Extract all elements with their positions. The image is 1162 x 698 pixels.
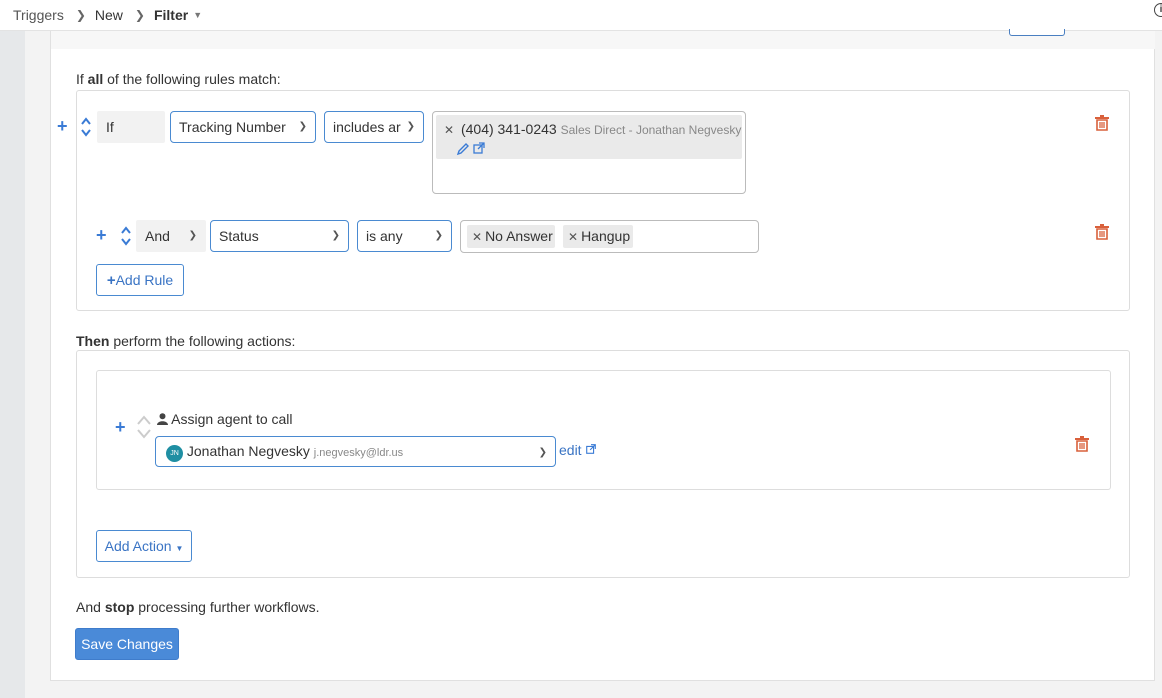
- chevron-down-icon: ❯: [298, 121, 307, 132]
- rule-field-value: Tracking Number: [179, 119, 286, 135]
- status-values-box[interactable]: ✕ No Answer ✕ Hangup: [460, 220, 759, 253]
- remove-tag-icon[interactable]: ✕: [472, 230, 482, 244]
- breadcrumb-triggers[interactable]: Triggers: [13, 7, 64, 23]
- rule-connector-label: And: [145, 228, 170, 244]
- conditions-heading-suffix: of the following rules match:: [107, 71, 281, 87]
- status-tag-label: Hangup: [581, 228, 631, 244]
- actions-heading-suffix: perform the following actions:: [113, 333, 296, 349]
- chevron-right-icon: ❯: [134, 8, 145, 22]
- agent-name: Jonathan Negvesky: [186, 443, 310, 459]
- rule-connector-select[interactable]: And ❯: [136, 220, 206, 252]
- workflow-panel: If all of the following rules match: + I…: [50, 29, 1155, 681]
- add-action-inline-plus-icon[interactable]: +: [115, 418, 126, 436]
- plus-icon: +: [106, 272, 116, 289]
- status-tag: ✕ Hangup: [563, 225, 633, 248]
- status-tag-label: No Answer: [485, 228, 553, 244]
- rule-connector-if: If: [97, 111, 165, 143]
- save-changes-button[interactable]: Save Changes: [75, 628, 179, 660]
- actions-heading-bold: Then: [76, 333, 110, 349]
- external-link-icon: [586, 444, 597, 454]
- delete-rule-trash-icon[interactable]: [1095, 115, 1109, 131]
- add-action-button[interactable]: Add Action ▼: [96, 530, 192, 562]
- chevron-right-icon: ❯: [75, 8, 86, 22]
- external-link-icon[interactable]: [472, 141, 486, 155]
- action-item-card: [96, 370, 1111, 490]
- rule-operator-value: is any: [366, 228, 403, 244]
- add-rule-inline-plus-icon[interactable]: +: [96, 226, 107, 244]
- chevron-down-icon: ❯: [188, 230, 197, 241]
- stop-suffix: processing further workflows.: [138, 599, 320, 615]
- panel-header-button[interactable]: [1009, 29, 1065, 36]
- tracking-number-value: (404) 341-0243: [460, 121, 557, 137]
- add-rule-inline-plus-icon[interactable]: +: [57, 117, 68, 135]
- chevron-down-icon: ❯: [538, 447, 547, 458]
- left-sidebar-strip: [0, 31, 25, 698]
- conditions-heading: If all of the following rules match:: [76, 71, 281, 87]
- pencil-icon[interactable]: [456, 142, 470, 156]
- edit-agent-link[interactable]: edit: [559, 442, 597, 458]
- reorder-updown-icon[interactable]: [80, 116, 92, 138]
- agent-select[interactable]: JN Jonathan Negvesky j.negvesky@ldr.us ❯: [155, 436, 556, 467]
- chevron-down-icon[interactable]: ▼: [193, 10, 202, 20]
- chevron-down-icon: ❯: [434, 230, 443, 241]
- agent-avatar: JN: [166, 445, 183, 462]
- delete-action-trash-icon[interactable]: [1075, 436, 1089, 452]
- stop-bold: stop: [104, 599, 135, 615]
- add-action-label: Add Action: [104, 538, 172, 554]
- rule-operator-value: includes ar: [333, 119, 401, 135]
- rule-field-select[interactable]: Status ❯: [210, 220, 349, 252]
- reorder-updown-icon: [137, 415, 151, 439]
- delete-rule-trash-icon[interactable]: [1095, 224, 1109, 240]
- info-icon[interactable]: i: [1154, 3, 1162, 17]
- rule-field-select[interactable]: Tracking Number ❯: [170, 111, 316, 143]
- actions-heading: Then perform the following actions:: [76, 333, 295, 349]
- stop-prefix: And: [76, 599, 101, 615]
- action-label-text: Assign agent to call: [171, 411, 293, 427]
- add-rule-label: Add Rule: [115, 272, 174, 288]
- rule-operator-select[interactable]: is any ❯: [357, 220, 452, 252]
- reorder-updown-icon[interactable]: [120, 225, 132, 247]
- stop-processing-text: And stop processing further workflows.: [76, 599, 320, 615]
- chevron-down-icon: ❯: [406, 121, 415, 132]
- conditions-heading-prefix: If: [76, 71, 84, 87]
- remove-tag-icon[interactable]: ✕: [568, 230, 578, 244]
- user-icon: [157, 413, 168, 425]
- tracking-number-desc: Sales Direct - Jonathan Negvesky: [560, 123, 742, 137]
- chevron-down-icon: ❯: [331, 230, 340, 241]
- caret-down-icon: ▼: [175, 544, 184, 553]
- agent-email: j.negvesky@ldr.us: [313, 447, 404, 459]
- assign-agent-label: Assign agent to call: [157, 411, 293, 427]
- remove-tag-icon[interactable]: ✕: [444, 123, 454, 137]
- breadcrumb-filter[interactable]: Filter: [154, 7, 188, 23]
- rule-operator-select[interactable]: includes ar ❯: [324, 111, 424, 143]
- breadcrumb-new[interactable]: New: [95, 7, 123, 23]
- add-rule-button[interactable]: +Add Rule: [96, 264, 184, 296]
- conditions-heading-bold: all: [87, 71, 104, 87]
- edit-link-label: edit: [559, 442, 582, 458]
- tracking-number-tag: ✕ (404) 341-0243 Sales Direct - Jonathan…: [436, 115, 742, 159]
- status-tag: ✕ No Answer: [467, 225, 555, 248]
- tracking-number-values-box[interactable]: ✕ (404) 341-0243 Sales Direct - Jonathan…: [432, 111, 746, 194]
- rule-field-value: Status: [219, 228, 259, 244]
- panel-header-band: [51, 31, 1155, 49]
- top-bar: Triggers ❯ New ❯ Filter ▼ i: [0, 0, 1162, 31]
- rule-connector-label: If: [106, 119, 114, 135]
